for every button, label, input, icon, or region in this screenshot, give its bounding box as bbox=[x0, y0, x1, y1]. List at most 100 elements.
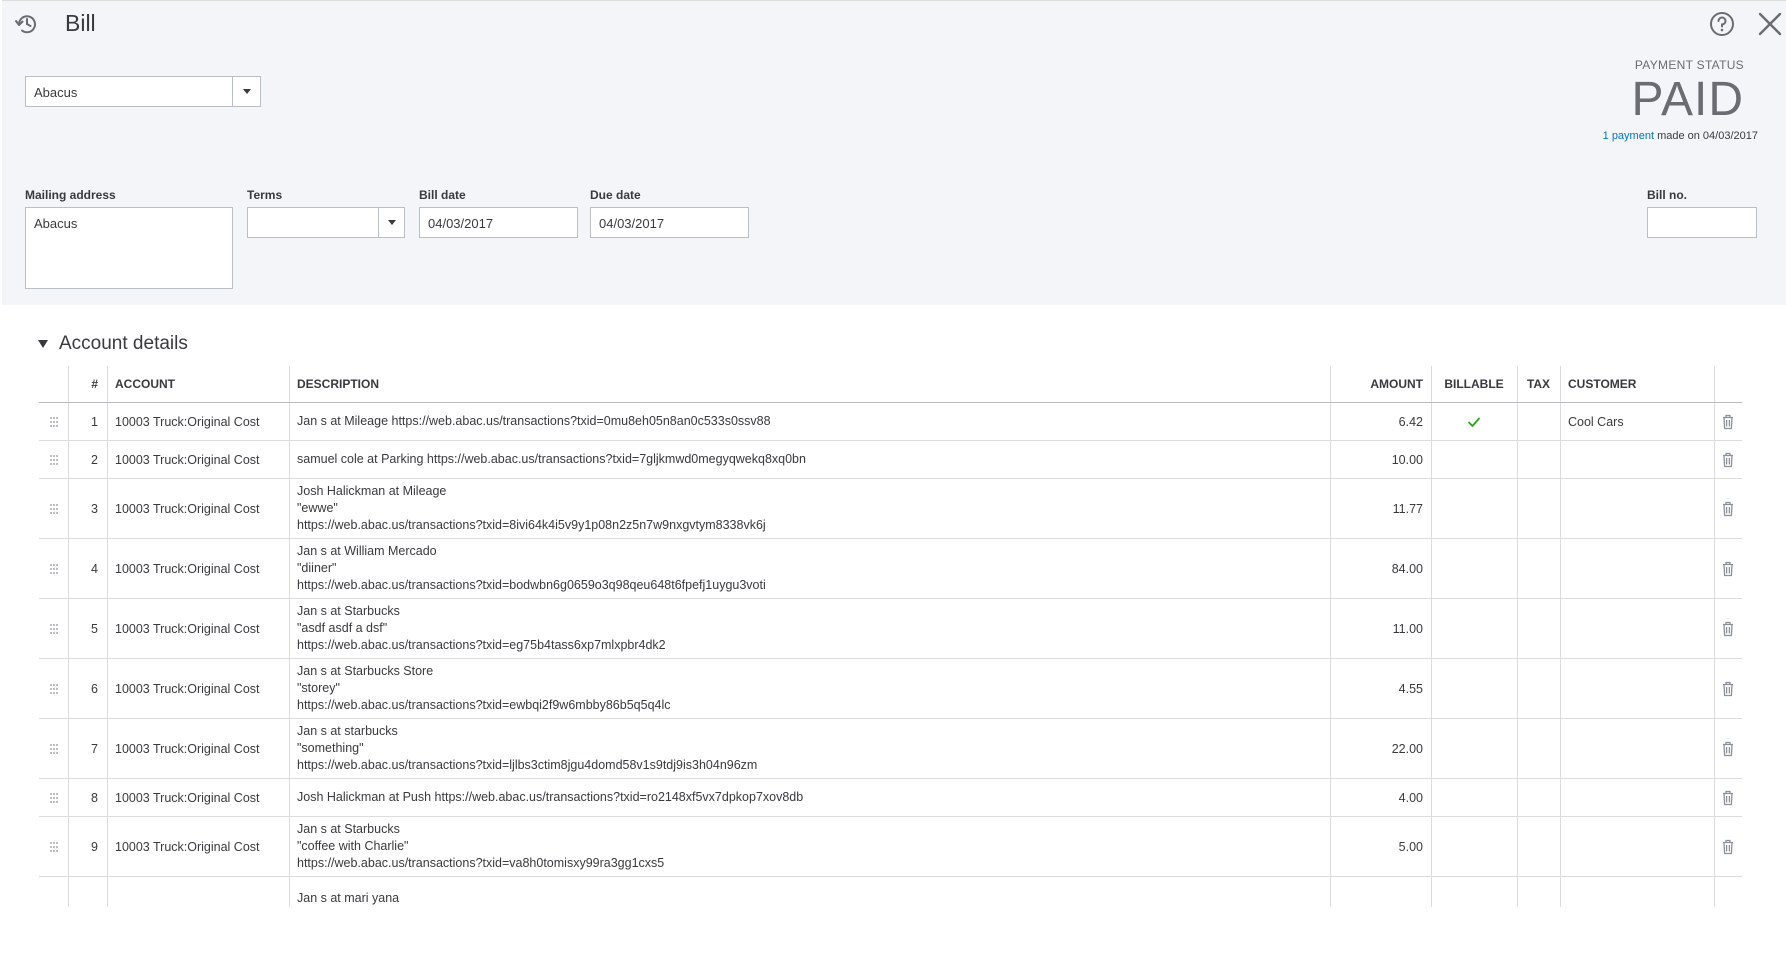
account-cell[interactable]: 10003 Truck:Original Cost bbox=[107, 441, 289, 478]
tax-cell[interactable] bbox=[1517, 817, 1560, 876]
customer-cell[interactable] bbox=[1560, 817, 1714, 876]
billable-cell[interactable] bbox=[1431, 719, 1517, 778]
table-row[interactable]: 8 10003 Truck:Original Cost Josh Halickman… bbox=[39, 779, 1742, 817]
delete-row-button[interactable] bbox=[1714, 479, 1742, 538]
customer-cell[interactable] bbox=[1560, 479, 1714, 538]
account-cell[interactable]: 10003 Truck:Original Cost bbox=[107, 659, 289, 718]
customer-cell[interactable] bbox=[1560, 719, 1714, 778]
billable-cell[interactable] bbox=[1431, 659, 1517, 718]
help-icon[interactable] bbox=[1708, 10, 1736, 38]
due-date-field[interactable]: 04/03/2017 bbox=[590, 207, 749, 238]
billable-cell[interactable] bbox=[1431, 599, 1517, 658]
customer-cell[interactable] bbox=[1560, 779, 1714, 816]
delete-row-button[interactable] bbox=[1714, 659, 1742, 718]
delete-row-button[interactable] bbox=[1714, 599, 1742, 658]
account-cell[interactable]: 10003 Truck:Original Cost bbox=[107, 479, 289, 538]
table-row[interactable]: 1 10003 Truck:Original Cost Jan s at Milea… bbox=[39, 403, 1742, 441]
customer-cell[interactable] bbox=[1560, 441, 1714, 478]
amount-cell[interactable]: 6.42 bbox=[1330, 403, 1431, 440]
drag-handle[interactable] bbox=[39, 403, 68, 440]
drag-handle[interactable] bbox=[39, 779, 68, 816]
payment-link[interactable]: 1 payment bbox=[1603, 130, 1654, 142]
delete-row-button[interactable] bbox=[1714, 403, 1742, 440]
customer-cell[interactable] bbox=[1560, 539, 1714, 598]
tax-cell[interactable] bbox=[1517, 659, 1560, 718]
account-cell[interactable]: 10003 Truck:Original Cost bbox=[107, 599, 289, 658]
description-cell[interactable]: Josh Halickman at Push https://web.abac.… bbox=[289, 779, 1330, 816]
delete-row-button[interactable] bbox=[1714, 817, 1742, 876]
table-row[interactable]: 2 10003 Truck:Original Cost samuel cole at… bbox=[39, 441, 1742, 479]
history-icon[interactable] bbox=[13, 10, 41, 38]
bill-no-field[interactable] bbox=[1647, 207, 1757, 238]
amount-cell[interactable]: 4.00 bbox=[1330, 779, 1431, 816]
tax-cell[interactable] bbox=[1517, 599, 1560, 658]
vendor-select[interactable]: Abacus bbox=[25, 76, 261, 107]
description-cell[interactable]: Jan s at Starbucks Store "storey" https://… bbox=[289, 659, 1330, 718]
amount-cell[interactable]: 11.00 bbox=[1330, 599, 1431, 658]
description-cell[interactable]: Jan s at Starbucks "asdf asdf a dsf" https… bbox=[289, 599, 1330, 658]
description-cell[interactable]: Jan s at mari yana bbox=[289, 877, 1330, 907]
amount-cell[interactable]: 11.77 bbox=[1330, 479, 1431, 538]
account-cell[interactable]: 10003 Truck:Original Cost bbox=[107, 403, 289, 440]
table-row[interactable]: 6 10003 Truck:Original Cost Jan s at Starb… bbox=[39, 659, 1742, 719]
drag-handle[interactable] bbox=[39, 599, 68, 658]
delete-row-button[interactable] bbox=[1714, 539, 1742, 598]
account-cell[interactable] bbox=[107, 877, 289, 907]
tax-cell[interactable] bbox=[1517, 403, 1560, 440]
billable-cell[interactable] bbox=[1431, 403, 1517, 440]
customer-cell[interactable]: Cool Cars bbox=[1560, 403, 1714, 440]
billable-cell[interactable] bbox=[1431, 441, 1517, 478]
customer-cell[interactable] bbox=[1560, 659, 1714, 718]
tax-cell[interactable] bbox=[1517, 479, 1560, 538]
vendor-dropdown-button[interactable] bbox=[232, 77, 260, 106]
tax-cell[interactable] bbox=[1517, 719, 1560, 778]
drag-handle[interactable] bbox=[39, 539, 68, 598]
billable-cell[interactable] bbox=[1431, 479, 1517, 538]
account-cell[interactable]: 10003 Truck:Original Cost bbox=[107, 779, 289, 816]
billable-cell[interactable] bbox=[1431, 817, 1517, 876]
table-row[interactable]: 4 10003 Truck:Original Cost Jan s at Willi… bbox=[39, 539, 1742, 599]
table-row[interactable]: 5 10003 Truck:Original Cost Jan s at Starb… bbox=[39, 599, 1742, 659]
delete-row-button[interactable] bbox=[1714, 441, 1742, 478]
close-icon[interactable] bbox=[1755, 9, 1785, 39]
terms-dropdown-button[interactable] bbox=[378, 208, 404, 237]
amount-cell[interactable]: 10.00 bbox=[1330, 441, 1431, 478]
amount-cell[interactable]: 22.00 bbox=[1330, 719, 1431, 778]
description-cell[interactable]: Josh Halickman at Mileage "ewwe" https://w… bbox=[289, 479, 1330, 538]
account-details-toggle[interactable]: Account details bbox=[38, 333, 188, 355]
drag-handle[interactable] bbox=[39, 441, 68, 478]
table-row[interactable]: Jan s at mari yana bbox=[39, 877, 1742, 907]
tax-cell[interactable] bbox=[1517, 441, 1560, 478]
table-row[interactable]: 3 10003 Truck:Original Cost Josh Halickman… bbox=[39, 479, 1742, 539]
tax-cell[interactable] bbox=[1517, 877, 1560, 907]
account-cell[interactable]: 10003 Truck:Original Cost bbox=[107, 539, 289, 598]
description-cell[interactable]: Jan s at Mileage https://web.abac.us/tra… bbox=[289, 403, 1330, 440]
description-cell[interactable]: Jan s at William Mercado "diiner" https://… bbox=[289, 539, 1330, 598]
mailing-address-field[interactable]: Abacus bbox=[25, 207, 233, 289]
amount-cell[interactable]: 5.00 bbox=[1330, 817, 1431, 876]
description-cell[interactable]: Jan s at Starbucks "coffee with Charlie" h… bbox=[289, 817, 1330, 876]
terms-select[interactable] bbox=[247, 207, 405, 238]
amount-cell[interactable]: 84.00 bbox=[1330, 539, 1431, 598]
billable-cell[interactable] bbox=[1431, 539, 1517, 598]
drag-handle[interactable] bbox=[39, 817, 68, 876]
tax-cell[interactable] bbox=[1517, 539, 1560, 598]
delete-row-button[interactable] bbox=[1714, 719, 1742, 778]
description-cell[interactable]: Jan s at starbucks "something" https://web… bbox=[289, 719, 1330, 778]
billable-cell[interactable] bbox=[1431, 779, 1517, 816]
description-cell[interactable]: samuel cole at Parking https://web.abac.… bbox=[289, 441, 1330, 478]
delete-row-button[interactable] bbox=[1714, 877, 1742, 907]
drag-handle[interactable] bbox=[39, 659, 68, 718]
billable-cell[interactable] bbox=[1431, 877, 1517, 907]
bill-date-field[interactable]: 04/03/2017 bbox=[419, 207, 578, 238]
account-cell[interactable]: 10003 Truck:Original Cost bbox=[107, 719, 289, 778]
account-cell[interactable]: 10003 Truck:Original Cost bbox=[107, 817, 289, 876]
amount-cell[interactable] bbox=[1330, 877, 1431, 907]
table-row[interactable]: 7 10003 Truck:Original Cost Jan s at starb… bbox=[39, 719, 1742, 779]
delete-row-button[interactable] bbox=[1714, 779, 1742, 816]
customer-cell[interactable] bbox=[1560, 877, 1714, 907]
drag-handle[interactable] bbox=[39, 479, 68, 538]
tax-cell[interactable] bbox=[1517, 779, 1560, 816]
drag-handle[interactable] bbox=[39, 719, 68, 778]
table-row[interactable]: 9 10003 Truck:Original Cost Jan s at Starb… bbox=[39, 817, 1742, 877]
